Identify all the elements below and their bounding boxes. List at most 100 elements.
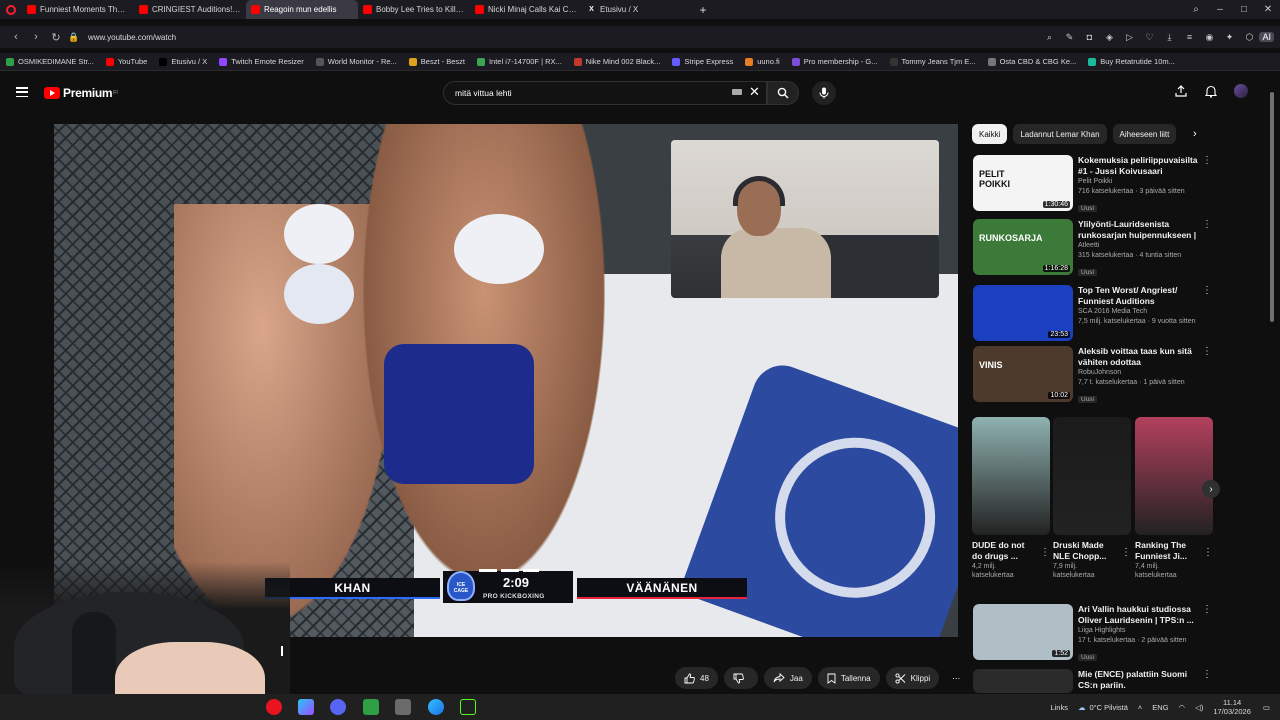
shorts-next-button[interactable]: › (1202, 480, 1220, 498)
bookmark-item[interactable]: Etusivu / X (159, 57, 207, 66)
more-actions-icon[interactable]: ⋯ (945, 667, 967, 689)
extension-icon[interactable]: ✦ (1219, 32, 1239, 43)
short-thumbnail[interactable] (1053, 417, 1131, 535)
video-title[interactable]: Top Ten Worst/ Angriest/ Funniest Auditi… (1078, 285, 1198, 307)
more-options-icon[interactable]: ⋮ (1202, 604, 1212, 615)
shield-icon[interactable]: ◈ (1099, 32, 1119, 43)
like-button[interactable]: 48 (675, 667, 718, 689)
bookmark-item[interactable]: YouTube (105, 57, 147, 66)
more-options-icon[interactable]: ⋮ (1203, 547, 1213, 558)
opera-taskbar-icon[interactable] (266, 699, 282, 715)
minimize-icon[interactable]: – (1208, 4, 1232, 15)
language-indicator[interactable]: ENG (1152, 703, 1168, 712)
video-thumbnail[interactable]: PELIT POIKKI 1:30:46 (973, 155, 1073, 211)
recommended-video[interactable]: PELIT POIKKI 1:30:46 Kokemuksia peliriippu… (973, 155, 1213, 212)
bookmark-item[interactable]: OSMIKEDIMANE Str... (6, 57, 94, 66)
app-taskbar-icon[interactable] (395, 699, 411, 715)
camera-icon[interactable]: ◘ (1079, 32, 1099, 42)
profile-icon[interactable]: ◉ (1199, 32, 1219, 43)
recommended-video[interactable]: 23:53 Top Ten Worst/ Angriest/ Funniest A… (973, 285, 1213, 341)
short-thumbnail[interactable] (1135, 417, 1213, 535)
cube-icon[interactable]: ⬡ (1239, 32, 1259, 43)
channel-name[interactable]: RobuJohnson (1078, 368, 1198, 378)
video-title[interactable]: Kokemuksia peliriippuvaisilta #1 - Jussi… (1078, 155, 1198, 177)
short-title[interactable]: Ranking The Funniest Ji... (1135, 540, 1199, 562)
bookmark-item[interactable]: Buy Retatrutide 10m... (1088, 57, 1175, 66)
more-options-icon[interactable]: ⋮ (1040, 547, 1050, 558)
chip-related[interactable]: Aiheeseen liitt (1112, 124, 1177, 144)
notification-center-icon[interactable]: ▭ (1263, 703, 1270, 712)
browser-tab[interactable]: Nicki Minaj Calls Kai Cen (470, 0, 582, 19)
video-thumbnail[interactable]: VINIS 10:02 (973, 346, 1073, 402)
share-button[interactable]: Jaa (763, 667, 812, 689)
browser-tab[interactable]: Bobby Lee Tries to Kill An (358, 0, 470, 19)
forward-icon[interactable]: › (26, 31, 46, 43)
video-title[interactable]: Ari Vallin haukkui studiossa Oliver Laur… (1078, 604, 1198, 626)
more-options-icon[interactable]: ⋮ (1202, 669, 1212, 680)
youtube-logo[interactable]: Premium FI (44, 86, 118, 100)
tab-search-icon[interactable]: ⌕ (1184, 4, 1208, 15)
more-options-icon[interactable]: ⋮ (1202, 346, 1212, 357)
clear-search-icon[interactable]: ✕ (749, 84, 760, 100)
terminal-taskbar-icon[interactable] (363, 699, 379, 715)
video-thumbnail[interactable] (973, 669, 1073, 693)
bookmark-item[interactable]: Twitch Emote Resizer (219, 57, 304, 66)
channel-name[interactable]: SCA 2016 Media Tech (1078, 307, 1198, 317)
video-thumbnail[interactable]: 1:52 (973, 604, 1073, 660)
channel-name[interactable]: Liiga Highlights (1078, 626, 1198, 636)
page-scrollbar[interactable] (1268, 82, 1276, 692)
more-options-icon[interactable]: ⋮ (1121, 547, 1131, 558)
search-button[interactable] (767, 81, 799, 105)
recommended-video[interactable]: 1:52 Ari Vallin haukkui studiossa Oliver … (973, 604, 1213, 661)
save-button[interactable]: Tallenna (817, 667, 880, 689)
play-icon[interactable]: ▷ (1119, 32, 1139, 43)
short-title[interactable]: Druski Made NLE Chopp... (1053, 540, 1117, 562)
bookmark-item[interactable]: Beszt - Beszt (408, 57, 465, 66)
browser-tab[interactable]: Funniest Moments That M (22, 0, 134, 19)
url-field[interactable]: www.youtube.com/watch (88, 33, 176, 42)
channel-name[interactable]: Atleetti (1078, 241, 1198, 251)
menu-list-icon[interactable]: ≡ (1179, 32, 1199, 42)
discord-taskbar-icon[interactable] (330, 699, 346, 715)
edit-icon[interactable]: ✎ (1059, 32, 1079, 43)
download-icon[interactable]: ⤓ (1159, 32, 1179, 43)
recommended-video[interactable]: RUNKOSARJA 1:16:28 Ylilyönti-Lauridsenista… (973, 219, 1213, 276)
keyboard-icon[interactable] (732, 89, 742, 95)
upload-icon[interactable] (1166, 85, 1196, 97)
recommended-video[interactable]: Mie (ENCE) palattiin Suomi CS:n pariin. ⋮ (973, 669, 1213, 693)
account-avatar[interactable] (1226, 84, 1256, 98)
dislike-button[interactable] (723, 667, 758, 689)
new-tab-button[interactable]: + (694, 0, 712, 19)
back-icon[interactable]: ‹ (6, 31, 26, 43)
bookmark-item[interactable]: Stripe Express (672, 57, 733, 66)
heart-icon[interactable]: ♡ (1139, 32, 1159, 43)
notifications-bell-icon[interactable] (1196, 85, 1226, 98)
video-title[interactable]: Aleksib voittaa taas kun sitä vähiten od… (1078, 346, 1198, 368)
weather-widget[interactable]: ☁ 0°C Pilvistä (1078, 703, 1128, 712)
edge-taskbar-icon[interactable] (428, 699, 444, 715)
ai-button[interactable]: AI (1259, 32, 1274, 42)
opera-logo-icon[interactable] (0, 0, 22, 19)
chip-all[interactable]: Kaikki (972, 124, 1008, 144)
video-title[interactable]: Mie (ENCE) palattiin Suomi CS:n pariin. (1078, 669, 1198, 691)
search-icon[interactable]: ⌕ (1039, 32, 1059, 43)
bookmark-item[interactable]: Intel i7-14700F | RX... (476, 57, 562, 66)
video-thumbnail[interactable]: RUNKOSARJA 1:16:28 (973, 219, 1073, 275)
close-icon[interactable]: ✕ (1256, 4, 1280, 15)
hamburger-menu-icon[interactable] (16, 87, 28, 97)
chip-uploader[interactable]: Ladannut Lemar Khan (1013, 124, 1107, 144)
short-video[interactable]: Druski Made NLE Chopp... 7,9 milj. katselu… (1053, 417, 1131, 580)
more-options-icon[interactable]: ⋮ (1202, 155, 1212, 166)
wifi-icon[interactable]: ◠ (1179, 703, 1186, 712)
search-input[interactable]: mitä vittua lehti (443, 81, 767, 105)
channel-name[interactable]: Pelit Poikki (1078, 177, 1198, 187)
kick-taskbar-icon[interactable] (460, 699, 476, 715)
browser-tab[interactable]: X Etusivu / X (582, 0, 694, 19)
more-options-icon[interactable]: ⋮ (1202, 285, 1212, 296)
short-thumbnail[interactable] (972, 417, 1050, 535)
short-video[interactable]: Ranking The Funniest Ji... 7,4 milj. katse… (1135, 417, 1213, 580)
short-title[interactable]: DUDE do not do drugs ... (972, 540, 1036, 562)
browser-tab-active[interactable]: Reagoin mun edellis (246, 0, 358, 19)
scrollbar-thumb[interactable] (1270, 92, 1274, 322)
more-options-icon[interactable]: ⋮ (1202, 219, 1212, 230)
